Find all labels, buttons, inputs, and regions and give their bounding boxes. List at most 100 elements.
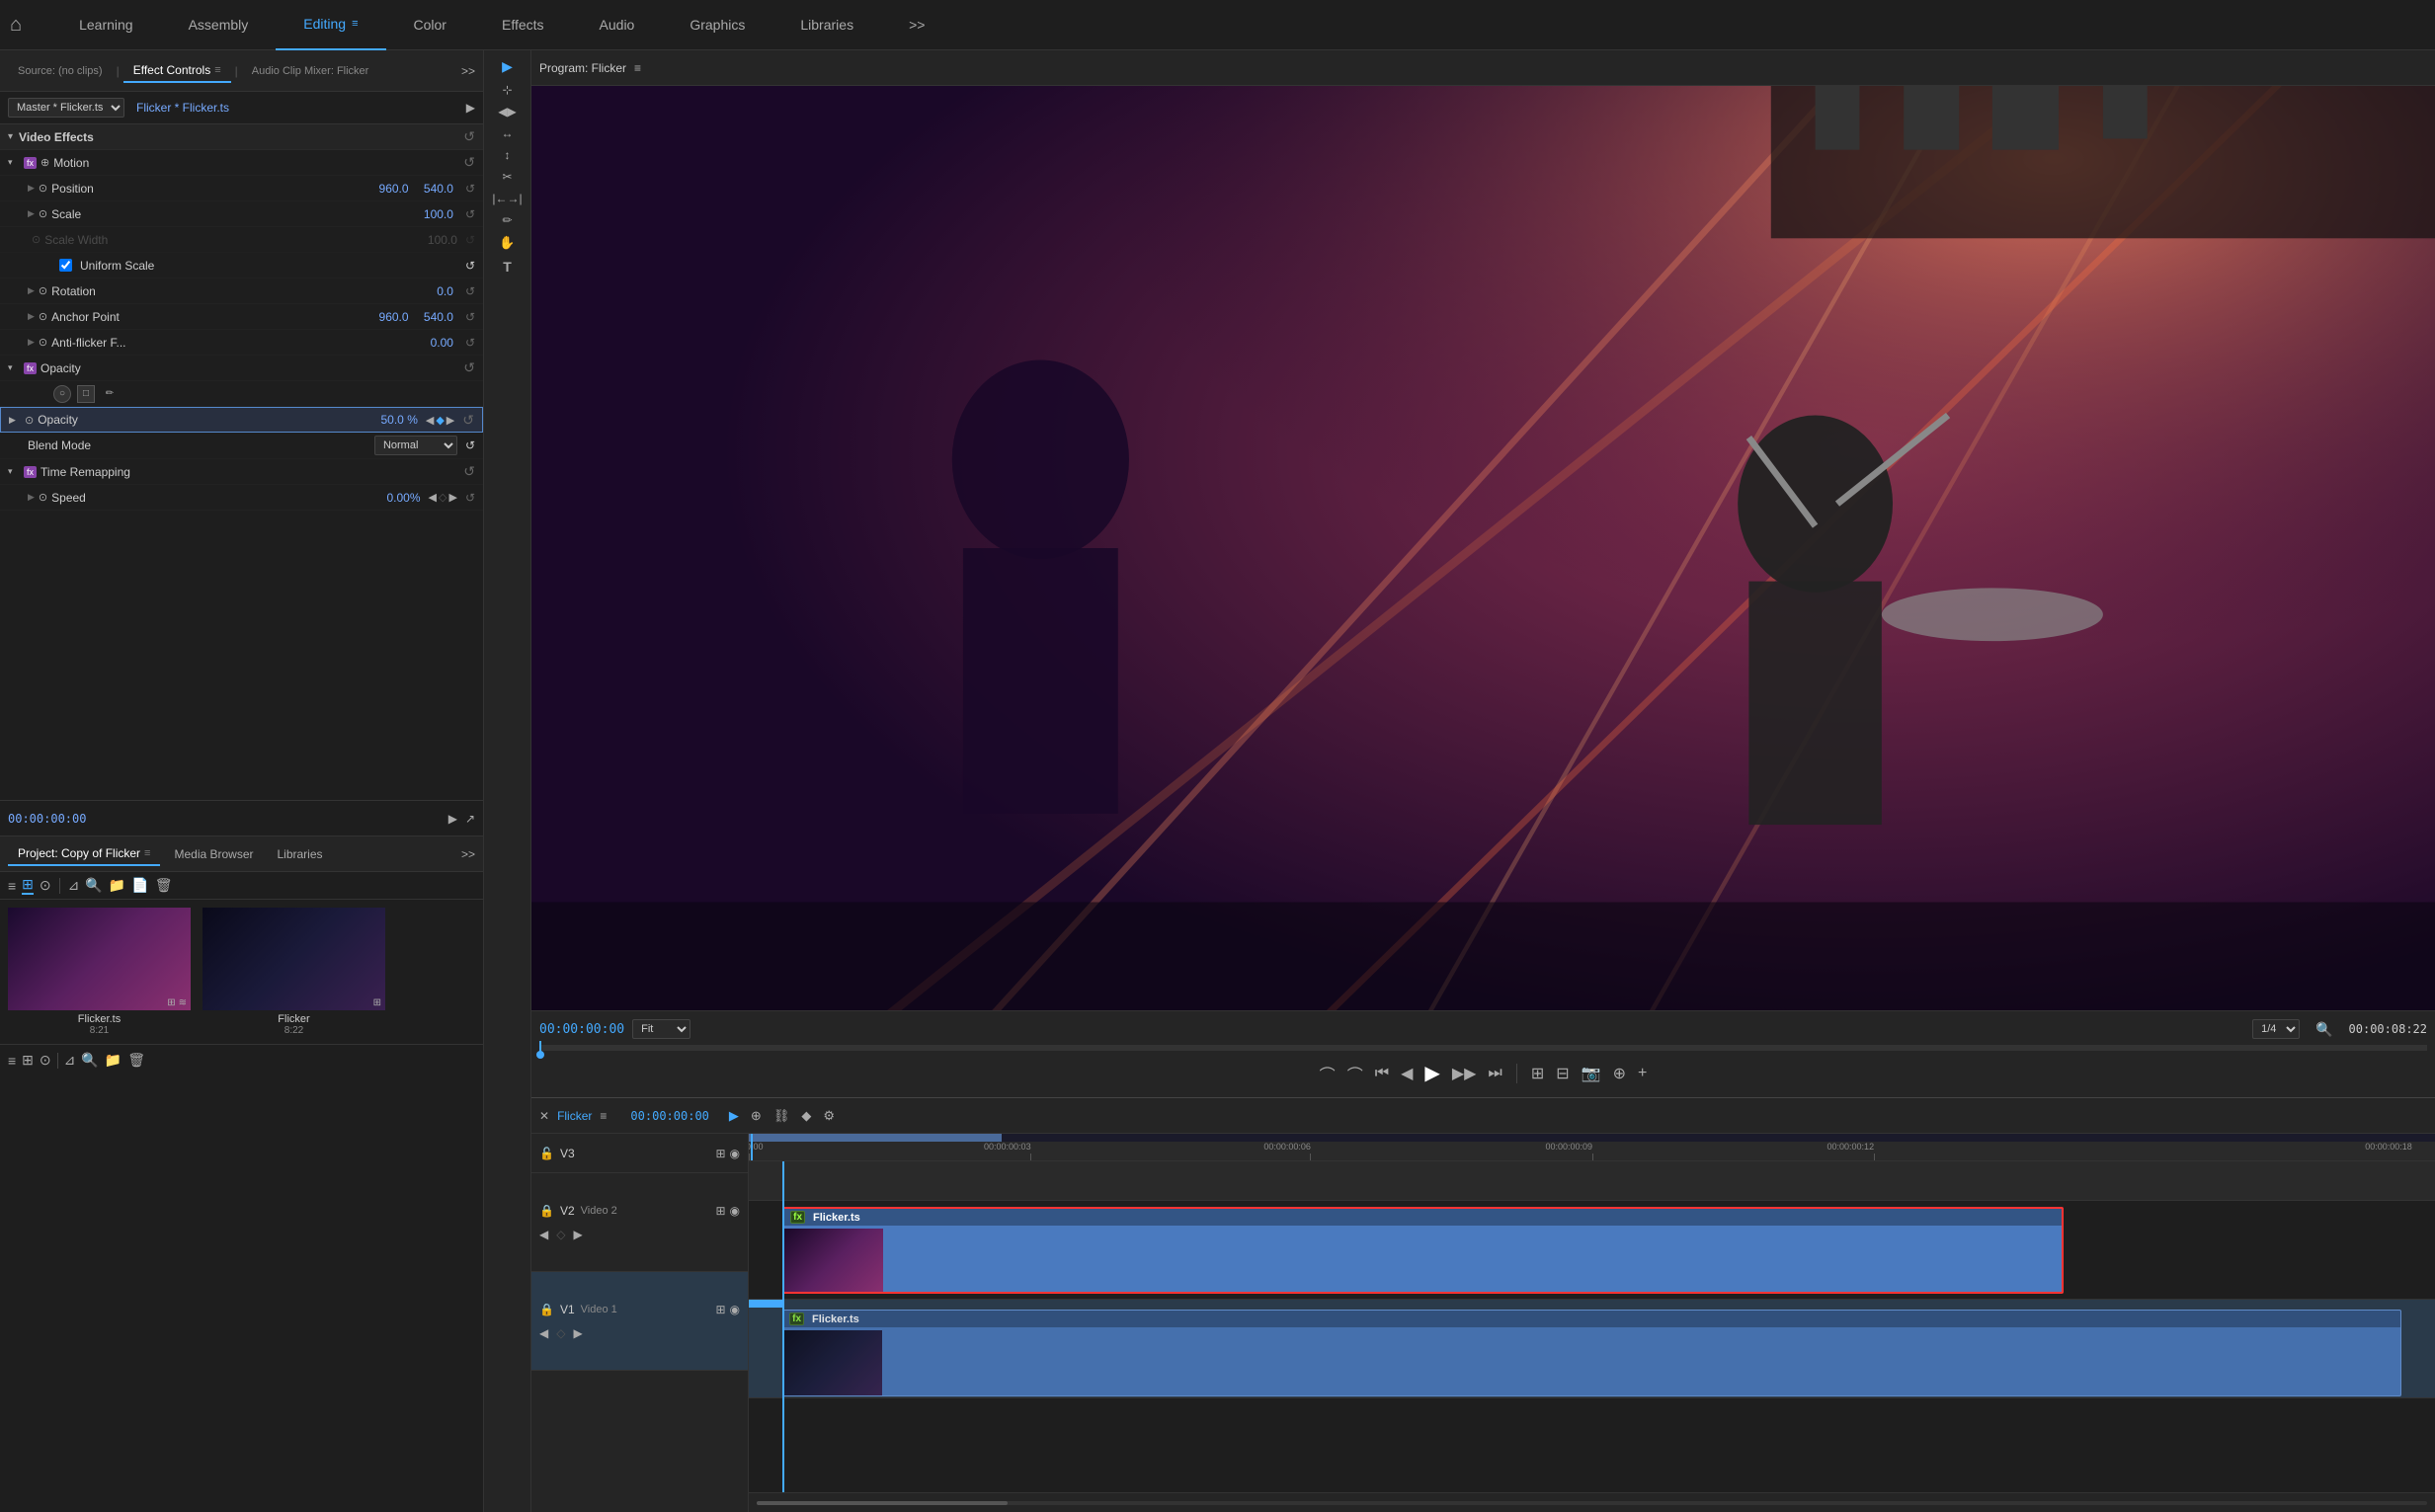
project-expand-btn[interactable]: >> <box>461 847 475 861</box>
position-x[interactable]: 960.0 <box>379 182 409 196</box>
video-effects-reset[interactable]: ↺ <box>463 128 475 145</box>
opacity-value[interactable]: 50.0 % <box>381 413 418 427</box>
nav-assembly[interactable]: Assembly <box>161 0 277 50</box>
ap-expand[interactable]: ▶ <box>28 311 35 322</box>
tl-menu-icon[interactable]: ≡ <box>600 1109 607 1123</box>
timeline-ruler[interactable]: :00:00 00:00:00:03 00:00:00:06 <box>749 1134 2435 1161</box>
program-menu-icon[interactable]: ≡ <box>634 61 641 75</box>
vt-rate[interactable]: ↕ <box>505 148 511 162</box>
opacity-header-row[interactable]: ▾ fx Opacity ↺ <box>0 356 483 381</box>
tab-source[interactable]: Source: (no clips) <box>8 61 113 81</box>
position-reset[interactable]: ↺ <box>465 182 475 196</box>
mark-in-btn[interactable]: ⌒ <box>1318 1060 1338 1087</box>
tab-effect-controls[interactable]: Effect Controls ≡ <box>123 59 231 83</box>
opacity-group-reset[interactable]: ↺ <box>463 359 475 376</box>
fit-select[interactable]: Fit25%50%75%100% <box>632 1019 690 1039</box>
panel-expand-btn[interactable]: >> <box>461 64 475 78</box>
opacity-expand[interactable]: ▾ <box>8 362 20 373</box>
add-btn[interactable]: + <box>1636 1063 1649 1084</box>
blend-mode-select[interactable]: Normal Multiply Screen <box>374 436 457 455</box>
video-effects-header[interactable]: ▾ Video Effects ↺ <box>0 124 483 150</box>
master-clip-select[interactable]: Master * Flicker.ts <box>8 98 124 118</box>
v2-sync-icon[interactable]: ⊞ <box>715 1204 725 1218</box>
tl-magnet-tool[interactable]: ⊕ <box>747 1106 766 1126</box>
proj-folder-btn[interactable]: 📁 <box>109 877 125 894</box>
v2-kf-left[interactable]: ◀ <box>539 1228 548 1241</box>
opacity-reset[interactable]: ↺ <box>462 412 474 429</box>
vt-ripple[interactable]: ◀▶ <box>498 105 516 119</box>
opacity-val-expand[interactable]: ▶ <box>9 415 21 426</box>
tl-select-tool[interactable]: ▶ <box>725 1106 743 1126</box>
vr-btn[interactable]: ⊕ <box>1611 1062 1628 1085</box>
motion-expand[interactable]: ▾ <box>8 157 20 168</box>
tab-audio-mixer[interactable]: Audio Clip Mixer: Flicker <box>242 61 379 81</box>
proj-new-btn[interactable]: 📄 <box>131 877 148 894</box>
go-end-btn[interactable]: ⏭ <box>1486 1063 1503 1084</box>
vt-hand[interactable]: ✋ <box>499 235 515 251</box>
pb-icon4[interactable]: ⊿ <box>64 1052 76 1069</box>
v1-kf-left[interactable]: ◀ <box>539 1326 548 1340</box>
tab-libraries[interactable]: Libraries <box>268 843 333 865</box>
tr-reset[interactable]: ↺ <box>463 463 475 480</box>
tl-link-tool[interactable]: ⛓ <box>770 1106 794 1126</box>
nav-more[interactable]: >> <box>881 0 952 50</box>
home-icon[interactable]: ⌂ <box>10 14 22 37</box>
antiflicker-reset[interactable]: ↺ <box>465 336 475 350</box>
ec-time-icon[interactable]: ▶ <box>448 812 457 826</box>
ellipse-shape-btn[interactable]: ○ <box>53 385 71 403</box>
nav-graphics[interactable]: Graphics <box>662 0 772 50</box>
kf-diamond[interactable]: ◆ <box>436 414 444 427</box>
kf-left-arrow[interactable]: ◀ <box>426 414 434 427</box>
pb-icon2[interactable]: ⊞ <box>22 1052 34 1069</box>
pb-icon5[interactable]: 🔍 <box>81 1052 98 1069</box>
play-btn[interactable]: ▶ <box>1422 1059 1441 1087</box>
tl-settings-tool[interactable]: ⚙ <box>819 1106 839 1126</box>
project-item-flicker[interactable]: ⊞ Flicker 8:22 <box>203 908 385 1036</box>
list-view-btn[interactable]: ≡ <box>8 878 16 894</box>
pen-shape-btn[interactable]: ✏ <box>101 385 119 403</box>
scale-expand[interactable]: ▶ <box>28 208 35 219</box>
speed-expand[interactable]: ▶ <box>28 492 35 503</box>
vt-select-tool[interactable]: ▶ <box>502 58 513 75</box>
nav-libraries[interactable]: Libraries <box>772 0 881 50</box>
tl-close-icon[interactable]: ✕ <box>539 1109 549 1123</box>
kf-right-arrow[interactable]: ▶ <box>446 414 454 427</box>
overwrite-btn[interactable]: ⊟ <box>1554 1062 1571 1085</box>
rotation-reset[interactable]: ↺ <box>465 284 475 298</box>
mark-out-btn[interactable]: ⌒ <box>1345 1060 1365 1087</box>
motion-reset[interactable]: ↺ <box>463 154 475 171</box>
speed-value[interactable]: 0.00% <box>387 491 421 505</box>
v2-lock-icon[interactable]: 🔒 <box>539 1204 554 1218</box>
v2-eye-icon[interactable]: ◉ <box>730 1204 740 1218</box>
v2-clip-flicker[interactable]: fx Flicker.ts <box>782 1207 2064 1294</box>
proj-trash-btn[interactable]: 🗑 <box>155 877 173 894</box>
zoom-icon[interactable]: 🔍 <box>2315 1021 2332 1038</box>
nav-learning[interactable]: Learning <box>51 0 161 50</box>
v3-eye-icon[interactable]: ◉ <box>730 1147 740 1160</box>
pos-expand[interactable]: ▶ <box>28 183 35 194</box>
insert-btn[interactable]: ⊞ <box>1529 1062 1546 1085</box>
nav-audio[interactable]: Audio <box>572 0 663 50</box>
anchor-y[interactable]: 540.0 <box>424 310 453 324</box>
quality-select[interactable]: 1/41/2Full <box>2252 1019 2300 1039</box>
tr-expand[interactable]: ▾ <box>8 466 20 477</box>
anchor-reset[interactable]: ↺ <box>465 310 475 324</box>
speed-kf-diamond[interactable]: ◇ <box>439 491 446 504</box>
scale-value[interactable]: 100.0 <box>424 207 453 221</box>
nav-effects[interactable]: Effects <box>474 0 572 50</box>
v1-kf-right[interactable]: ▶ <box>573 1326 582 1340</box>
time-remap-row[interactable]: ▾ fx Time Remapping ↺ <box>0 459 483 485</box>
rotation-value[interactable]: 0.0 <box>437 284 453 298</box>
proj-sort-btn[interactable]: ⊿ <box>68 877 80 894</box>
v1-kf-dot[interactable]: ◇ <box>556 1326 565 1340</box>
v1-sync-icon[interactable]: ⊞ <box>715 1303 725 1316</box>
scale-reset[interactable]: ↺ <box>465 207 475 221</box>
vt-track-select[interactable]: ⊹ <box>502 83 512 97</box>
tab-media-browser[interactable]: Media Browser <box>164 843 263 865</box>
go-start-btn[interactable]: ⏮ <box>1373 1063 1391 1084</box>
pb-icon3[interactable]: ⊙ <box>40 1052 51 1069</box>
v1-eye-icon[interactable]: ◉ <box>730 1303 740 1316</box>
freeform-btn[interactable]: ⊙ <box>40 877 51 894</box>
tab-project[interactable]: Project: Copy of Flicker ≡ <box>8 842 160 866</box>
progress-bar[interactable] <box>539 1045 2427 1051</box>
